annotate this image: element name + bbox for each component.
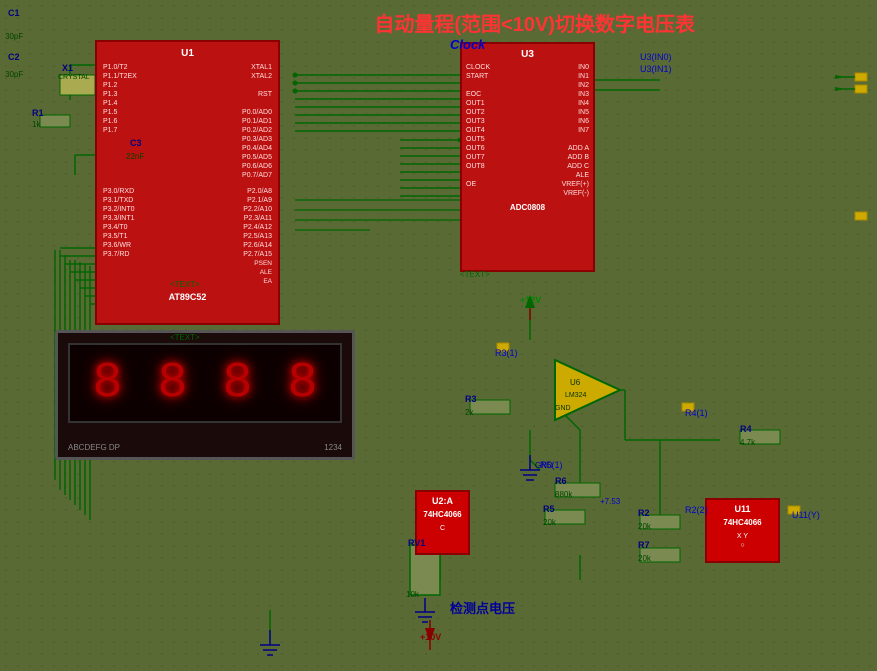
text-placeholder-1: <TEXT> xyxy=(170,333,200,342)
r4-1-annotation: R4(1) xyxy=(685,408,708,418)
r7-label: R7 xyxy=(638,540,650,550)
c2-label: C2 xyxy=(8,52,20,62)
display-labels: ABCDEFG DP 1234 xyxy=(68,443,342,452)
u3-sublabel: ADC0808 xyxy=(462,201,593,214)
c1-value: 30pF xyxy=(5,32,23,41)
u2a-label: U2:A xyxy=(419,494,466,508)
text-placeholder-2: <TEXT> xyxy=(170,280,200,289)
c3-value: 22nF xyxy=(126,152,144,161)
digit-1: 8 xyxy=(92,355,122,412)
u11-chip: U11 74HC4066 X Y ○ xyxy=(705,498,780,563)
r3-1-annotation: R3(1) xyxy=(495,348,518,358)
page-title: 自动量程(范围<10V)切换数字电压表 xyxy=(374,8,695,37)
svg-text:GND: GND xyxy=(555,405,571,412)
u3-in1-annotation: U3(IN1) xyxy=(640,64,672,74)
u11-label: U11 xyxy=(709,502,776,516)
r1-value: 1k xyxy=(32,120,40,129)
vee-label: +10V xyxy=(420,632,441,642)
r3-value: 2k xyxy=(465,408,473,417)
r2-value: 20k xyxy=(638,522,651,531)
u1-sublabel: AT89C52 xyxy=(97,290,278,304)
clock-label: Clock xyxy=(450,37,485,52)
digit-3: 8 xyxy=(222,355,252,412)
u6-opamp: U6 LM324 GND xyxy=(550,355,630,425)
voltage-annotation: +7.53 xyxy=(600,497,620,506)
r5-label: R5 xyxy=(543,504,555,514)
r4-value: 4.7k xyxy=(740,438,755,447)
r6-label: R6 xyxy=(555,476,567,486)
segment-labels: ABCDEFG DP xyxy=(68,443,120,452)
svg-text:LM324: LM324 xyxy=(565,392,587,399)
seven-segment-display: 8 8 8 8 ABCDEFG DP 1234 xyxy=(55,330,355,460)
r2-2-annotation: R2(2) xyxy=(685,505,708,515)
svg-text:U6: U6 xyxy=(570,378,581,387)
text-placeholder-3: <TEXT> xyxy=(460,270,490,279)
r5-value: 20k xyxy=(543,518,556,527)
r4-label: R4 xyxy=(740,424,752,434)
rv1-value: 10k xyxy=(406,590,419,599)
rv1-label: RV1 xyxy=(408,538,425,548)
c3-label: C3 xyxy=(130,138,142,148)
r7-value: 20k xyxy=(638,554,651,563)
u3-in0-annotation: U3(IN0) xyxy=(640,52,672,62)
vcc-label: +12V xyxy=(520,295,541,305)
x1-value: CRYSTAL xyxy=(58,74,90,81)
x1-label: X1 xyxy=(62,63,73,73)
u1-label: U1 xyxy=(97,46,278,61)
c2-value: 30pF xyxy=(5,70,23,79)
r5-1-annotation: R5(1) xyxy=(540,460,563,470)
u11-y-annotation: U11(Y) xyxy=(792,510,820,520)
digit-4: 8 xyxy=(287,355,317,412)
c1-label: C1 xyxy=(8,8,20,18)
u11-sublabel: 74HC4066 xyxy=(709,516,776,529)
u3-adc: U3 CLOCKIN0 STARTIN1 IN2 EOCIN3 OUT1IN4 … xyxy=(460,42,595,272)
u2a-sublabel: 74HC4066 xyxy=(419,508,466,521)
digit-2: 8 xyxy=(157,355,187,412)
digit-numbers: 1234 xyxy=(324,443,342,452)
circuit-diagram: 自动量程(范围<10V)切换数字电压表 Clock xyxy=(0,0,877,671)
r6-value: 880k xyxy=(555,490,572,499)
r3-label: R3 xyxy=(465,394,477,404)
display-screen: 8 8 8 8 xyxy=(68,343,342,423)
r1-label: R1 xyxy=(32,108,44,118)
r2-label: R2 xyxy=(638,508,650,518)
detect-point-label: 检测点电压 xyxy=(450,598,515,617)
